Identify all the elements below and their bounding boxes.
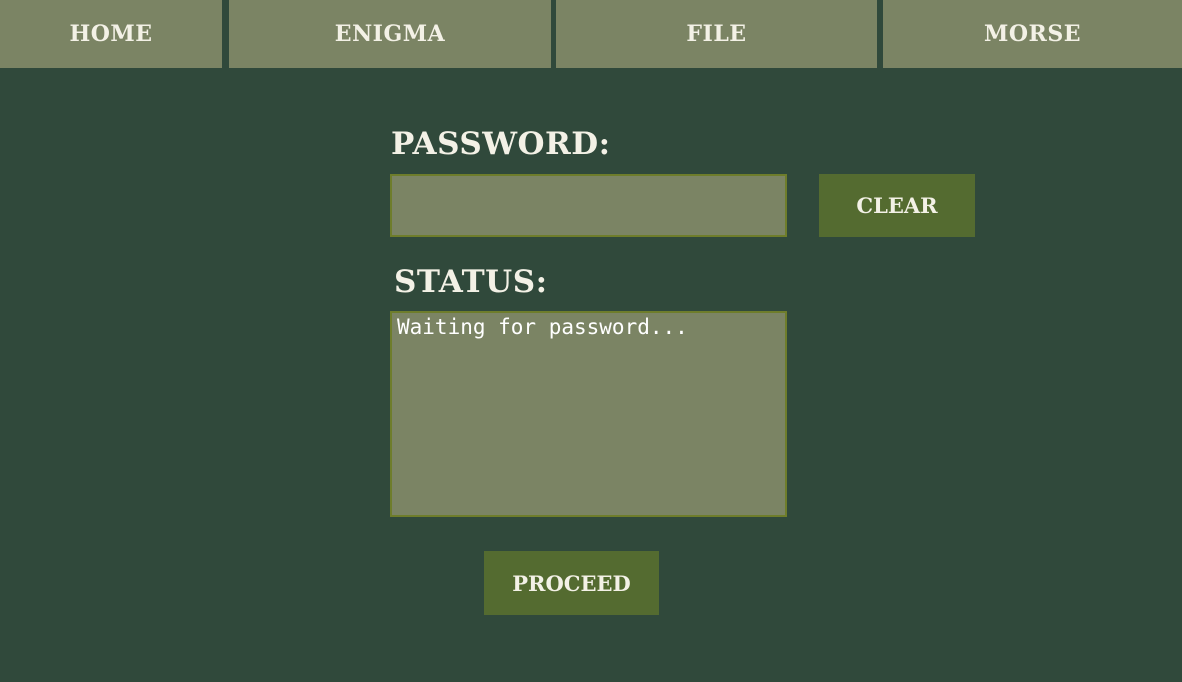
nav-file[interactable]: FILE [556, 0, 877, 68]
nav-home[interactable]: HOME [0, 0, 222, 68]
password-label: PASSWORD: [391, 126, 611, 162]
nav-morse[interactable]: MORSE [883, 0, 1182, 68]
status-textarea[interactable]: Waiting for password... [390, 311, 787, 517]
top-nav: HOME ENIGMA FILE MORSE [0, 0, 1182, 68]
nav-enigma[interactable]: ENIGMA [229, 0, 551, 68]
status-label: STATUS: [394, 264, 548, 300]
proceed-button[interactable]: PROCEED [484, 551, 659, 615]
clear-button[interactable]: CLEAR [819, 174, 975, 237]
password-input[interactable] [390, 174, 787, 237]
